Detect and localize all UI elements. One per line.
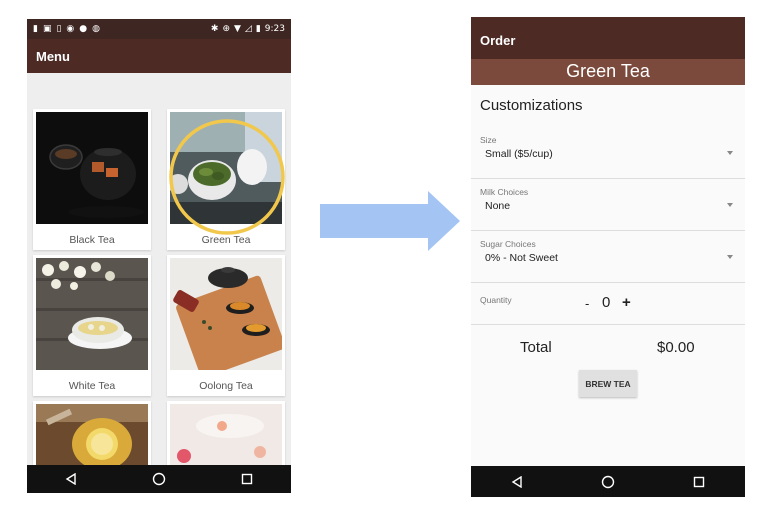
back-icon[interactable]: [51, 469, 91, 489]
order-screen: Order Green Tea Customizations Size Smal…: [471, 17, 745, 497]
wifi-icon: ▼: [233, 24, 241, 34]
size-dropdown[interactable]: Size Small ($5/cup): [471, 127, 745, 179]
menu-item-label: Oolong Tea: [199, 380, 253, 392]
total-value: $0.00: [657, 339, 695, 356]
customizations-title: Customizations: [480, 97, 583, 114]
vibrate-icon: ⊕: [222, 24, 230, 34]
quantity-value: 0: [602, 294, 611, 311]
menu-item-white-tea[interactable]: White Tea: [33, 255, 151, 396]
phone-icon: ▯: [56, 24, 62, 34]
bluetooth-icon: ✱: [210, 24, 219, 34]
app-bar: Menu: [27, 39, 291, 73]
milk-dropdown[interactable]: Milk Choices None: [471, 179, 745, 231]
lemon-tea-image: [36, 404, 148, 465]
sync-icon: ◍: [92, 24, 100, 34]
status-bar: ▮ ▣ ▯ ◉ ● ◍ ✱ ⊕ ▼ ◿ ▮ 9:23: [27, 19, 291, 39]
size-value: Small ($5/cup): [485, 148, 553, 160]
system-icons: ✱ ⊕ ▼ ◿ ▮ 9:23: [211, 24, 285, 34]
menu-item-label: Black Tea: [69, 234, 115, 246]
milk-label: Milk Choices: [480, 187, 529, 197]
chevron-down-icon: [727, 255, 733, 259]
signal-icon: ◿: [244, 24, 252, 34]
chevron-down-icon: [727, 203, 733, 207]
transition-arrow-icon: [320, 191, 460, 251]
white-tea-image: [36, 258, 148, 370]
flower-tea-image: [170, 404, 282, 465]
size-label: Size: [480, 135, 497, 145]
selection-highlight-circle: [169, 119, 285, 235]
brew-tea-button[interactable]: BREW TEA: [579, 370, 637, 397]
app-bar-title: Menu: [36, 49, 70, 64]
menu-screen: ▮ ▣ ▯ ◉ ● ◍ ✱ ⊕ ▼ ◿ ▮ 9:23 Menu Black Te…: [27, 19, 291, 493]
menu-item-black-tea[interactable]: Black Tea: [33, 109, 151, 250]
sugar-value: 0% - Not Sweet: [485, 252, 558, 264]
menu-item-label: Green Tea: [201, 234, 251, 246]
quantity-increment-button[interactable]: +: [622, 294, 631, 311]
quantity-decrement-button[interactable]: -: [585, 296, 589, 311]
recents-icon[interactable]: [227, 469, 267, 489]
navigation-bar: [471, 466, 745, 497]
back-icon[interactable]: [497, 472, 537, 492]
menu-item-green-tea[interactable]: Green Tea: [167, 109, 285, 250]
total-label: Total: [520, 339, 552, 356]
menu-item-partial[interactable]: [167, 401, 285, 465]
app-bar-title: Order: [480, 33, 516, 48]
status-time: 9:23: [264, 24, 285, 34]
home-icon[interactable]: [139, 469, 179, 489]
tea-name-header: Green Tea: [471, 59, 745, 85]
recents-icon[interactable]: [679, 472, 719, 492]
menu-item-label: White Tea: [68, 380, 116, 392]
sync-icon: ●: [79, 24, 88, 34]
chevron-down-icon: [727, 151, 733, 155]
navigation-bar: [27, 465, 291, 493]
milk-value: None: [485, 200, 511, 212]
quantity-label: Quantity: [480, 295, 512, 305]
tea-name: Green Tea: [566, 61, 650, 81]
black-tea-image: [36, 112, 148, 224]
app-icon: ▮: [33, 24, 38, 34]
menu-item-oolong-tea[interactable]: Oolong Tea: [167, 255, 285, 396]
sync-icon: ◉: [66, 24, 75, 34]
oolong-tea-image: [170, 258, 282, 370]
gallery-icon: ▣: [42, 24, 52, 34]
menu-item-partial[interactable]: [33, 401, 151, 465]
battery-icon: ▮: [255, 24, 261, 34]
notification-icons: ▮ ▣ ▯ ◉ ● ◍: [33, 24, 100, 34]
sugar-dropdown[interactable]: Sugar Choices 0% - Not Sweet: [471, 231, 745, 283]
sugar-label: Sugar Choices: [480, 239, 536, 249]
quantity-stepper: Quantity - 0 +: [471, 283, 745, 325]
home-icon[interactable]: [588, 472, 628, 492]
app-bar: Order: [471, 17, 745, 59]
